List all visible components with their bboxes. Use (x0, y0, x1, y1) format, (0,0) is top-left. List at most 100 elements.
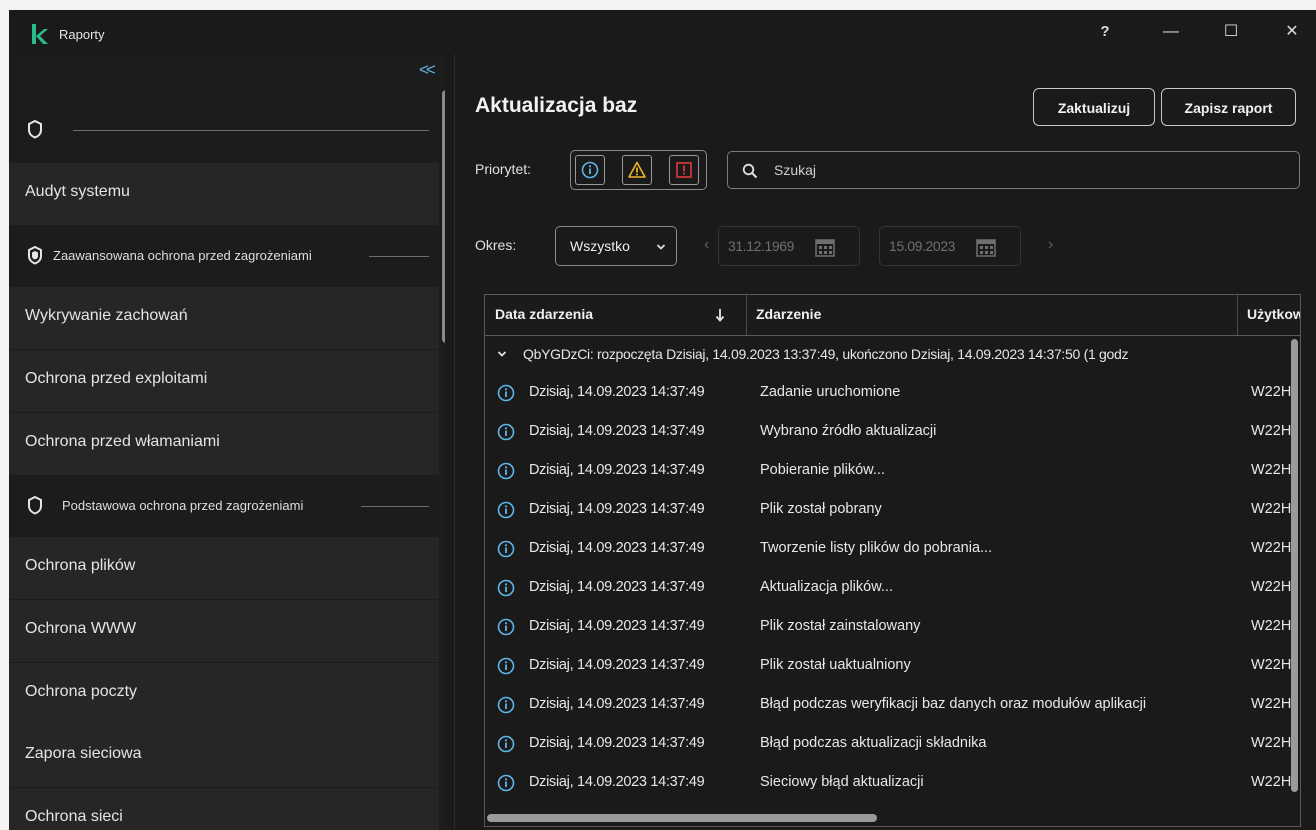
period-select[interactable]: Wszystko (555, 226, 677, 266)
sidebar-item-ochrona-plikow[interactable]: Ochrona plików (9, 537, 439, 599)
close-button[interactable]: ✕ (1279, 20, 1305, 44)
cell-user: W22H (1251, 423, 1292, 439)
cell-user: W22H (1251, 462, 1292, 478)
date-from-field[interactable]: 31.12.1969 (718, 226, 860, 266)
sidebar-item-ochrona-sieci[interactable]: Ochrona sieci (9, 788, 439, 830)
cell-event: Plik został zainstalowany (760, 618, 921, 634)
cell-user: W22H (1251, 501, 1292, 517)
period-label: Okres: (475, 237, 517, 253)
info-icon (497, 735, 515, 753)
sidebar-group-advanced: Zaawansowana ochrona przed zagrożeniami (9, 225, 439, 287)
priority-info-toggle[interactable] (575, 155, 605, 185)
sidebar-item-label: Ochrona przed exploitami (25, 370, 208, 387)
sidebar-item-label: Zapora sieciowa (25, 745, 142, 762)
cell-user: W22H (1251, 657, 1292, 673)
sidebar-item-ochrona-www[interactable]: Ochrona WWW (9, 600, 439, 662)
sidebar-item-ochrona-przed-exploitami[interactable]: Ochrona przed exploitami (9, 350, 439, 412)
cell-event: Zadanie uruchomione (760, 384, 901, 400)
task-group-row[interactable]: QbYGDzCi: rozpoczęta Dzisiaj, 14.09.2023… (485, 336, 1300, 372)
search-input[interactable]: Szukaj (727, 151, 1300, 189)
cell-user: W22H (1251, 540, 1292, 556)
sidebar-scrollbar[interactable] (442, 90, 445, 343)
column-header-date[interactable]: Data zdarzenia (495, 306, 593, 322)
sidebar-item-label: Wykrywanie zachowań (25, 307, 188, 324)
cell-date: Dzisiaj, 14.09.2023 14:37:49 (529, 540, 705, 556)
chevron-left-icon[interactable]: ‹ (704, 236, 709, 254)
info-icon (497, 657, 515, 675)
sort-descending-icon[interactable] (715, 307, 725, 323)
divider (361, 506, 429, 507)
column-divider[interactable] (746, 295, 747, 335)
cell-date: Dzisiaj, 14.09.2023 14:37:49 (529, 579, 705, 595)
period-value: Wszystko (570, 238, 630, 254)
sidebar-item-label: Ochrona sieci (25, 808, 123, 825)
info-icon (497, 423, 515, 441)
cell-event: Błąd podczas weryfikacji baz danych oraz… (760, 696, 1147, 712)
cell-user: W22H (1251, 618, 1292, 634)
table-row[interactable]: Dzisiaj, 14.09.2023 14:37:49 Sieciowy bł… (485, 763, 1300, 802)
cell-event: Plik został uaktualniony (760, 657, 911, 673)
cell-date: Dzisiaj, 14.09.2023 14:37:49 (529, 423, 705, 439)
column-header-event[interactable]: Zdarzenie (756, 306, 821, 322)
update-button[interactable]: Zaktualizuj (1033, 88, 1155, 126)
info-icon (497, 618, 515, 636)
shield-advanced-icon (28, 245, 42, 265)
main-panel: Aktualizacja baz Zaktualizuj Zapisz rapo… (455, 54, 1316, 830)
task-group-label: QbYGDzCi: rozpoczęta Dzisiaj, 14.09.2023… (523, 346, 1129, 362)
sidebar-item-zapora-sieciowa[interactable]: Zapora sieciowa (9, 725, 439, 787)
table-row[interactable]: Dzisiaj, 14.09.2023 14:37:49 Błąd podcza… (485, 724, 1300, 763)
cell-event: Plik został pobrany (760, 501, 882, 517)
divider (369, 256, 429, 257)
table-row[interactable]: Dzisiaj, 14.09.2023 14:37:49 Wybrano źró… (485, 412, 1300, 451)
table-vertical-scrollbar[interactable] (1291, 339, 1298, 792)
sidebar-item-label: Ochrona przed włamaniami (25, 433, 220, 450)
chevron-down-icon (656, 244, 666, 250)
table-row[interactable]: Dzisiaj, 14.09.2023 14:37:49 Tworzenie l… (485, 529, 1300, 568)
sidebar-item-ochrona-przed-wlamaniami[interactable]: Ochrona przed włamaniami (9, 413, 439, 475)
cell-event: Błąd podczas aktualizacji składnika (760, 735, 987, 751)
maximize-button[interactable]: ☐ (1218, 20, 1244, 44)
table-horizontal-scrollbar[interactable] (487, 814, 877, 822)
sidebar-group-label: Zaawansowana ochrona przed zagrożeniami (53, 248, 312, 263)
priority-critical-toggle[interactable] (669, 155, 699, 185)
shield-icon (28, 495, 42, 515)
info-icon (497, 540, 515, 558)
title-bar: Raporty ? — ☐ ✕ (9, 10, 1316, 54)
collapse-sidebar-icon[interactable]: << (419, 60, 436, 80)
sidebar-item-ochrona-poczty[interactable]: Ochrona poczty (9, 663, 439, 725)
minimize-button[interactable]: — (1158, 20, 1184, 44)
info-icon (497, 384, 515, 402)
date-to-field[interactable]: 15.09.2023 (879, 226, 1021, 266)
table-row[interactable]: Dzisiaj, 14.09.2023 14:37:49 Plik został… (485, 646, 1300, 685)
table-row[interactable]: Dzisiaj, 14.09.2023 14:37:49 Błąd podcza… (485, 685, 1300, 724)
cell-user: W22H (1251, 696, 1292, 712)
table-row[interactable]: Dzisiaj, 14.09.2023 14:37:49 Zadanie uru… (485, 373, 1300, 412)
app-window: Raporty ? — ☐ ✕ << Audyt systemu Zaawans… (9, 10, 1316, 830)
table-row[interactable]: Dzisiaj, 14.09.2023 14:37:49 Aktualizacj… (485, 568, 1300, 607)
table-header: Data zdarzenia Zdarzenie Użytkow (485, 295, 1300, 336)
critical-icon (676, 162, 692, 178)
table-row[interactable]: Dzisiaj, 14.09.2023 14:37:49 Plik został… (485, 607, 1300, 646)
cell-date: Dzisiaj, 14.09.2023 14:37:49 (529, 618, 705, 634)
table-row[interactable]: Dzisiaj, 14.09.2023 14:37:49 Plik został… (485, 490, 1300, 529)
sidebar-item-wykrywanie-zachowan[interactable]: Wykrywanie zachowań (9, 287, 439, 349)
save-report-button[interactable]: Zapisz raport (1161, 88, 1296, 126)
column-header-user[interactable]: Użytkow (1247, 306, 1300, 322)
sidebar-group-label: Podstawowa ochrona przed zagrożeniami (62, 498, 304, 513)
help-button[interactable]: ? (1092, 20, 1118, 44)
info-icon (581, 161, 599, 179)
search-icon (742, 163, 758, 179)
cell-event: Wybrano źródło aktualizacji (760, 423, 937, 439)
column-divider[interactable] (1237, 295, 1238, 335)
chevron-right-icon[interactable]: › (1048, 236, 1053, 254)
cell-user: W22H (1251, 579, 1292, 595)
sidebar-item-audyt-systemu[interactable]: Audyt systemu (9, 163, 439, 225)
table-row[interactable]: Dzisiaj, 14.09.2023 14:37:49 Pobieranie … (485, 451, 1300, 490)
page-title: Aktualizacja baz (475, 94, 638, 117)
info-icon (497, 696, 515, 714)
events-table: Data zdarzenia Zdarzenie Użytkow QbYGDzC… (484, 294, 1301, 827)
sidebar-group-default (9, 99, 439, 161)
priority-warning-toggle[interactable] (622, 155, 652, 185)
sidebar: << Audyt systemu Zaawansowana ochrona pr… (9, 54, 445, 830)
chevron-down-icon[interactable] (497, 350, 507, 358)
